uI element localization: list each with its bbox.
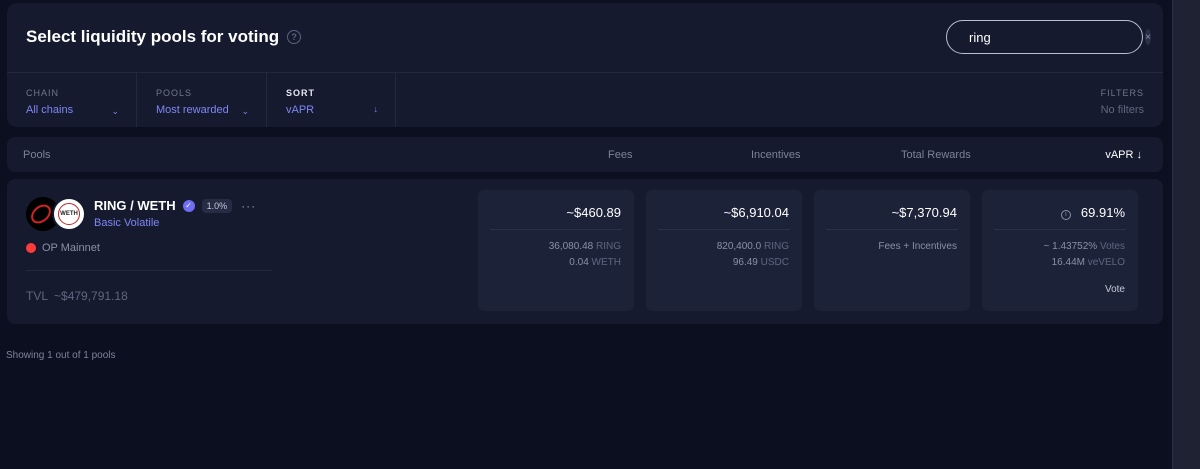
column-incentives[interactable]: Incentives (751, 149, 801, 161)
pools-filter-label: POOLS (156, 88, 193, 98)
sort-filter-label: SORT (286, 88, 316, 98)
incentives-unit-2: USDC (760, 257, 789, 268)
tvl-value: ~$479,791.18 (54, 289, 128, 303)
divider (658, 229, 790, 230)
incentives-card: ~$6,910.04 820,400.0 RING 96.49 USDC (646, 190, 802, 311)
vapr-card: i 69.91% ~ 1.43752% Votes 16.44M veVELO V… (982, 190, 1138, 311)
chain-filter-label: CHAIN (26, 88, 60, 98)
column-total-rewards[interactable]: Total Rewards (901, 149, 971, 161)
fees-amount-1: 36,080.48 (548, 241, 594, 252)
filters-button[interactable]: FILTERS No filters (1101, 88, 1144, 116)
vapr-votes-line: ~ 1.43752% Votes (1044, 241, 1125, 252)
vapr-value: 69.91% (1080, 205, 1125, 220)
pools-filter[interactable]: POOLS Most rewarded ⌄ (137, 73, 267, 127)
pool-pair-name: RING / WETH (94, 198, 176, 213)
incentives-amount-2: 96.49 (732, 257, 758, 268)
verified-icon: ✓ (182, 199, 195, 212)
column-pools: Pools (23, 149, 51, 161)
sort-filter-value: vAPR (286, 104, 315, 116)
clear-search-icon[interactable]: × (1145, 29, 1151, 45)
divider (490, 229, 622, 230)
incentives-amount-1: 820,400.0 (716, 241, 762, 252)
fees-total: ~$460.89 (566, 205, 621, 220)
velo-unit: veVELO (1087, 257, 1125, 268)
info-icon[interactable]: i (1060, 209, 1071, 220)
tvl-label: TVL (26, 289, 49, 303)
incentives-line-1: 820,400.0 RING (717, 241, 789, 252)
incentives-line-2: 96.49 USDC (733, 257, 789, 268)
fees-unit-2: WETH (591, 257, 621, 268)
weth-token-icon: WETH (52, 197, 86, 231)
sort-filter[interactable]: SORT vAPR ↓ (267, 73, 396, 127)
more-options-icon[interactable]: ··· (241, 199, 256, 213)
total-rewards-line: Fees + Incentives (878, 241, 957, 252)
fees-amount-2: 0.04 (569, 257, 589, 268)
fees-line-1: 36,080.48 RING (549, 241, 621, 252)
chain-filter[interactable]: CHAIN All chains ⌄ (7, 73, 137, 127)
divider (26, 270, 272, 271)
page: Select liquidity pools for voting ? × CH… (0, 0, 1200, 469)
search-input[interactable] (969, 29, 1145, 45)
incentives-total: ~$6,910.04 (723, 205, 789, 220)
pool-pair[interactable]: RING / WETH ✓ 1.0% ··· (94, 198, 256, 213)
table-row[interactable]: WETH RING / WETH ✓ 1.0% ··· Basic Volati… (7, 179, 1163, 324)
total-rewards-card: ~$7,370.94 Fees + Incentives (814, 190, 970, 311)
total-rewards-total: ~$7,370.94 (891, 205, 957, 220)
help-icon[interactable]: ? (287, 30, 302, 44)
vapr-velo-line: 16.44M veVELO (1052, 257, 1125, 268)
pools-filter-value: Most rewarded (156, 104, 229, 116)
divider (994, 229, 1126, 230)
divider (826, 229, 958, 230)
pool-type[interactable]: Basic Volatile (94, 217, 159, 229)
votes-percent: ~ 1.43752% (1043, 241, 1098, 252)
fees-card: ~$460.89 36,080.48 RING 0.04 WETH (478, 190, 634, 311)
fee-badge: 1.0% (201, 198, 233, 213)
chevron-down-icon: ⌄ (111, 106, 119, 116)
arrow-down-icon: ↓ (373, 104, 379, 114)
pools-count: Showing 1 out of 1 pools (6, 350, 116, 361)
search-box[interactable]: × (946, 20, 1151, 54)
column-vapr[interactable]: vAPR ↓ (1105, 149, 1142, 161)
vapr-value-row: i 69.91% (1060, 205, 1125, 220)
pool-logos: WETH (26, 197, 86, 231)
op-mainnet-icon (26, 243, 36, 253)
weth-logo-text: WETH (58, 203, 80, 225)
chevron-down-icon: ⌄ (241, 106, 249, 116)
filters-label: FILTERS (1100, 88, 1144, 98)
page-title-text: Select liquidity pools for voting (26, 27, 280, 46)
incentives-unit-1: RING (764, 241, 789, 252)
filters-row: CHAIN All chains ⌄ POOLS Most rewarded ⌄… (7, 73, 1163, 127)
filters-value: No filters (1100, 104, 1144, 116)
chain-filter-value: All chains (26, 104, 74, 116)
votes-unit: Votes (1099, 241, 1125, 252)
vote-button[interactable]: Vote (1105, 284, 1125, 295)
velo-amount: 16.44M (1051, 257, 1085, 268)
fees-unit-1: RING (596, 241, 621, 252)
fees-line-2: 0.04 WETH (569, 257, 621, 268)
voting-header-panel: Select liquidity pools for voting ? × CH… (7, 3, 1163, 127)
scrollbar[interactable] (1172, 0, 1200, 469)
pool-chain-name: OP Mainnet (42, 242, 100, 254)
table-header: Pools Fees Incentives Total Rewards vAPR… (7, 137, 1163, 172)
header-bar: Select liquidity pools for voting ? × (7, 3, 1163, 73)
pool-chain: OP Mainnet (26, 242, 100, 254)
page-title: Select liquidity pools for voting ? (26, 27, 302, 47)
column-fees[interactable]: Fees (608, 149, 632, 161)
pool-tvl: TVL ~$479,791.18 (26, 289, 128, 303)
